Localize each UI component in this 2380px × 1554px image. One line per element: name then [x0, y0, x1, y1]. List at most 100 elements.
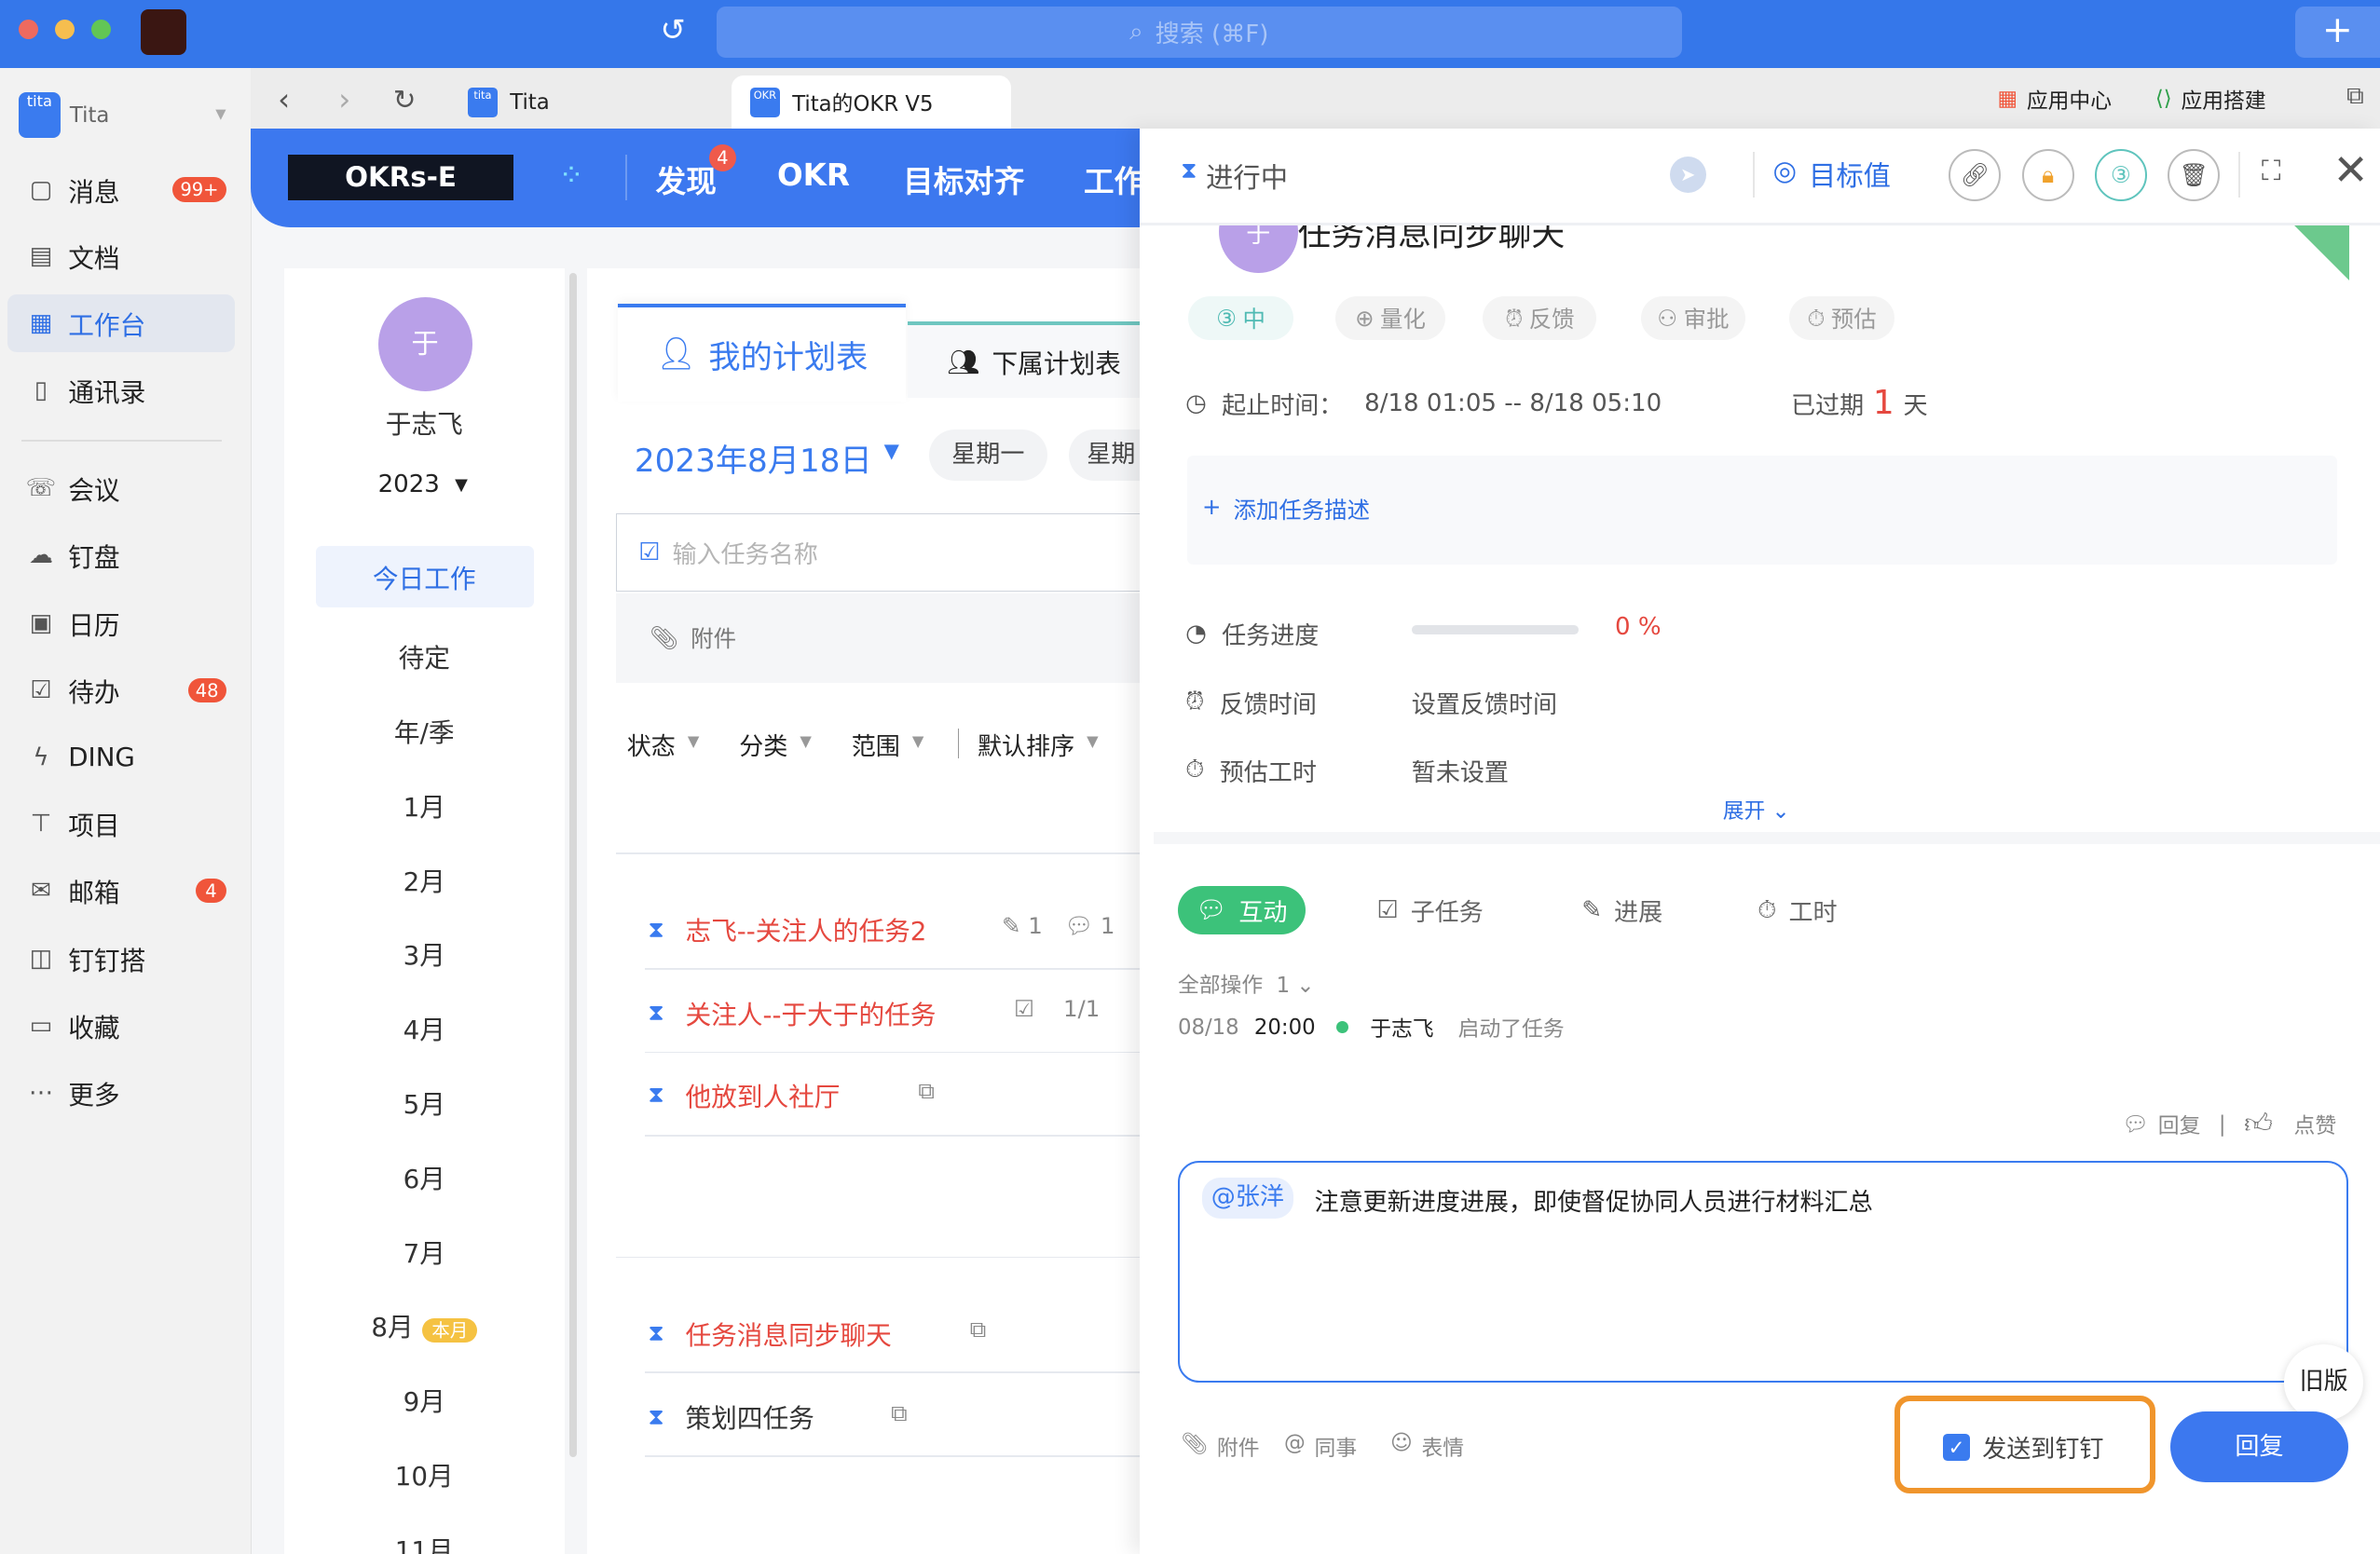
time-value[interactable]: 8/18 01:05 -- 8/18 05:10 [1364, 389, 1662, 417]
add-button[interactable]: + [2294, 6, 2380, 58]
period-item[interactable]: 1月 [284, 786, 565, 824]
close-window-button[interactable] [18, 20, 38, 40]
attribute-pill[interactable]: ③中 [1188, 295, 1293, 340]
reply-link[interactable]: 回复 [2158, 1109, 2201, 1139]
attribute-pill[interactable]: ⏰︎ 反馈 [1483, 295, 1597, 340]
period-item[interactable]: 3月 [284, 934, 565, 972]
attachment-button[interactable]: 📎︎ 附件 [616, 593, 1211, 683]
link-button[interactable]: 🔗︎ [1949, 148, 2002, 201]
period-item[interactable]: 5月 [284, 1084, 565, 1121]
delete-button[interactable]: 🗑︎ [2167, 148, 2221, 201]
nav-work[interactable]: 工作 [1084, 157, 1144, 201]
status-indicator[interactable]: ⧗ 进行中 [1181, 157, 1288, 196]
apps-grid-icon[interactable]: ⁘ [558, 157, 583, 193]
attribute-pill[interactable]: ⏱︎ 预估 [1789, 295, 1894, 340]
sidebar-item-5[interactable]: ☁ 钉盘 [7, 526, 235, 584]
send-to-dingtalk-checkbox[interactable]: ✓ 发送到钉钉 [1942, 1429, 2103, 1465]
tab-worktime[interactable]: ⏱︎ 工时 [1758, 886, 1837, 934]
date-picker[interactable]: 2023年8月18日 ▼ [635, 434, 899, 481]
sidebar-item-9[interactable]: ⊤ 项目 [7, 795, 235, 852]
add-description-button[interactable]: + 添加任务描述 [1202, 493, 1370, 525]
tab-interaction[interactable]: 💬︎ 互动 [1177, 886, 1306, 935]
dingtalk-icon[interactable]: ➤ [1669, 156, 1706, 193]
task-row[interactable]: ⧗ 志飞--关注人的任务2 [648, 910, 926, 947]
target-value-button[interactable]: ◎ 目标值 [1772, 155, 1890, 194]
app-center-link[interactable]: ▦ 应用中心 [1998, 84, 2113, 115]
estimate-value[interactable]: 暂未设置 [1412, 753, 1509, 788]
search-input[interactable]: ⌕ 搜索 (⌘F) [716, 6, 1682, 58]
org-dropdown-icon[interactable]: ▼ [215, 106, 226, 122]
user-avatar[interactable] [141, 8, 187, 55]
period-item[interactable]: 11月 [284, 1530, 565, 1554]
period-item[interactable]: 待定 [284, 637, 565, 675]
task-row[interactable]: ⧗ 任务消息同步聊天 [648, 1315, 891, 1352]
task-row[interactable]: ⧗ 关注人--于大于的任务 [648, 994, 936, 1031]
scrollbar[interactable] [568, 273, 577, 1457]
tab-my-plan[interactable]: 👤︎ 我的计划表 [617, 303, 907, 402]
attribute-pill[interactable]: ⚇ 审批 [1640, 295, 1746, 340]
org-name[interactable]: Tita [70, 103, 109, 128]
task-name-input[interactable]: ☑ 输入任务名称 [616, 512, 1178, 593]
attach-tool[interactable]: 📎︎ 附件 [1181, 1431, 1259, 1462]
filter-dropdown[interactable]: 范围 ▼ [852, 727, 924, 762]
attribute-pill[interactable]: ⊕ 量化 [1335, 295, 1445, 340]
sidebar-item-12[interactable]: ▭ 收藏 [7, 997, 235, 1055]
weekday-pill[interactable]: 星期一 [928, 429, 1047, 482]
sidebar-item-11[interactable]: ◫ 钉钉搭 [7, 930, 235, 988]
minimize-window-button[interactable] [54, 20, 75, 40]
year-select[interactable]: 2023 ▼ [378, 470, 468, 501]
sidebar-item-4[interactable]: ☏ 会议 [7, 460, 235, 518]
tab-progress[interactable]: ✎ 进展 [1581, 886, 1662, 934]
filter-dropdown[interactable]: 默认排序 ▼ [978, 727, 1099, 762]
tab-okr[interactable]: OKR Tita的OKR V5 [732, 75, 1011, 130]
expand-button[interactable]: 展开 ⌄ [1723, 794, 1790, 825]
reply-submit-button[interactable]: 回复 [2170, 1411, 2348, 1483]
period-item[interactable]: 今日工作 [284, 558, 565, 595]
nav-discover[interactable]: 发现 [656, 157, 717, 201]
period-item[interactable]: 8月 本月 [284, 1306, 565, 1343]
mention-chip[interactable]: @张洋 [1202, 1177, 1293, 1219]
filter-dropdown[interactable]: 分类 ▼ [739, 727, 812, 762]
history-icon[interactable]: ↺ [661, 12, 686, 48]
task-row[interactable]: ⧗ 策划四任务 [648, 1397, 814, 1435]
tab-subtasks[interactable]: ☑ 子任务 [1376, 886, 1484, 934]
sidebar-item-7[interactable]: ☑ 待办 48 [7, 661, 235, 719]
period-item[interactable]: 年/季 [284, 712, 565, 749]
fullscreen-icon[interactable]: ⛶ [2262, 155, 2281, 187]
sidebar-item-3[interactable]: ▯ 通讯录 [7, 361, 235, 419]
external-window-icon[interactable]: ⧉ [2346, 82, 2364, 111]
old-version-button[interactable]: 旧版 [2284, 1344, 2364, 1421]
nav-okr[interactable]: OKR [777, 157, 850, 193]
sidebar-item-1[interactable]: ▤ 文档 [7, 227, 235, 285]
period-item[interactable]: 10月 [284, 1455, 565, 1493]
forward-icon[interactable]: › [338, 82, 350, 117]
like-link[interactable]: 点赞 [2294, 1109, 2337, 1139]
period-item[interactable]: 2月 [284, 861, 565, 898]
progress-bar[interactable] [1411, 625, 1579, 634]
task-row[interactable]: ⧗ 他放到人社厅 [648, 1076, 840, 1113]
nav-align[interactable]: 目标对齐 [903, 157, 1024, 201]
sidebar-item-8[interactable]: ϟ DING [7, 729, 235, 786]
mention-tool[interactable]: @ 同事 [1284, 1431, 1357, 1462]
sidebar-item-13[interactable]: ⋯ 更多 [7, 1064, 235, 1122]
sidebar-item-2[interactable]: ▦ 工作台 [7, 293, 236, 352]
sidebar-item-10[interactable]: ✉ 邮箱 4 [7, 862, 235, 920]
emoji-tool[interactable]: ☺ 表情 [1390, 1431, 1464, 1462]
sidebar-item-6[interactable]: ▣ 日历 [7, 594, 235, 652]
tab-tita[interactable]: tita Tita [467, 75, 550, 129]
thumbs-up-icon[interactable]: 👍︎ [2244, 1108, 2273, 1140]
close-icon[interactable]: ✕ [2332, 145, 2368, 195]
filter-dropdown[interactable]: 状态 ▼ [627, 727, 700, 762]
refresh-icon[interactable]: ↻ [393, 84, 417, 116]
app-builder-link[interactable]: ⟨⟩ 应用搭建 [2155, 84, 2266, 115]
back-icon[interactable]: ‹ [278, 82, 290, 117]
set-feedback-time[interactable]: 设置反馈时间 [1412, 685, 1557, 720]
period-item[interactable]: 7月 [284, 1233, 565, 1270]
lock-button[interactable]: 🔒︎ [2021, 148, 2074, 201]
tab-subordinate-plan[interactable]: 👥︎ 下属计划表 [908, 321, 1166, 398]
operations-filter[interactable]: 全部操作 1 ⌄ [1178, 968, 1315, 999]
okrs-logo[interactable]: OKRs-E [288, 155, 513, 200]
period-item[interactable]: 9月 [284, 1381, 565, 1418]
priority-button[interactable]: ③ [2094, 148, 2147, 201]
period-item[interactable]: 6月 [284, 1158, 565, 1195]
